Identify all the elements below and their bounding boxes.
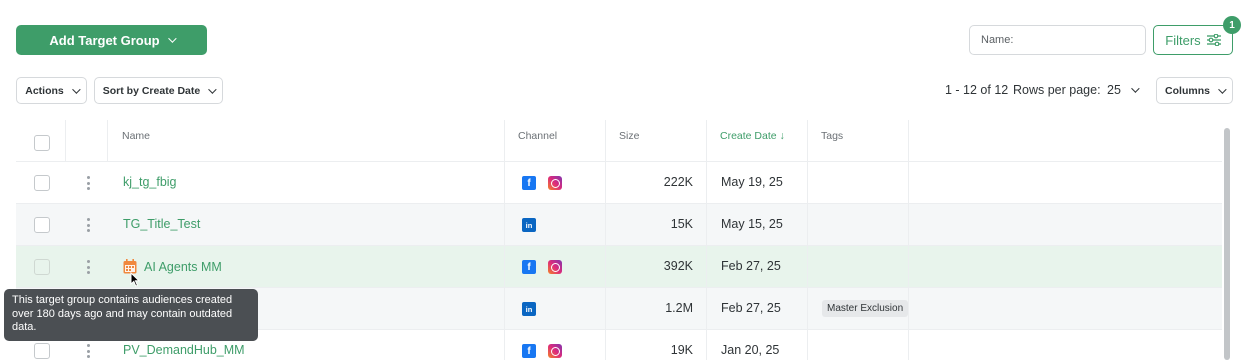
facebook-icon: f <box>522 344 536 358</box>
header-create-date[interactable]: Create Date ↓ <box>720 130 785 142</box>
actions-label: Actions <box>25 84 64 97</box>
target-group-name-link[interactable]: PV_DemandHub_MM <box>123 343 245 357</box>
more-options-icon[interactable] <box>87 344 90 358</box>
channel-icons: in <box>522 302 536 316</box>
rows-per-page-label: Rows per page: <box>1013 83 1101 97</box>
tag-badge: Master Exclusion <box>822 300 909 317</box>
create-date: May 19, 25 <box>721 175 783 189</box>
target-group-name: PV_DemandHub_MM <box>123 343 245 357</box>
channel-icons: in <box>522 218 536 232</box>
more-options-icon[interactable] <box>87 176 90 190</box>
rows-per-page-value: 25 <box>1107 83 1121 97</box>
table-header: Name Channel Size Create Date ↓ Tags <box>16 120 1222 162</box>
filters-label: Filters <box>1165 32 1201 48</box>
channel-icons: f <box>522 176 562 190</box>
header-name[interactable]: Name <box>122 130 150 142</box>
chevron-down-icon <box>1218 84 1227 94</box>
chevron-down-icon <box>167 34 177 43</box>
audience-size: 19K <box>670 343 693 357</box>
actions-dropdown[interactable]: Actions <box>16 77 87 104</box>
table-row[interactable]: TG_Title_Test in 15K May 15, 25 <box>16 204 1222 246</box>
create-date: Jan 20, 25 <box>721 343 780 357</box>
row-checkbox[interactable] <box>34 175 50 191</box>
create-date: Feb 27, 25 <box>721 301 781 315</box>
facebook-icon: f <box>522 260 536 274</box>
header-channel[interactable]: Channel <box>518 130 557 142</box>
row-checkbox[interactable] <box>34 217 50 233</box>
name-search-input[interactable] <box>969 25 1146 55</box>
linkedin-icon: in <box>522 302 536 316</box>
pagination-range: 1 - 12 of 12 <box>945 83 1009 97</box>
outdated-audience-tooltip: This target group contains audiences cre… <box>4 289 258 341</box>
add-target-group-label: Add Target Group <box>49 32 160 48</box>
create-date: May 15, 25 <box>721 217 783 231</box>
chevron-down-icon <box>1131 84 1140 93</box>
table-row[interactable]: kj_tg_fbig f 222K May 19, 25 <box>16 162 1222 204</box>
header-tags[interactable]: Tags <box>821 130 843 142</box>
target-group-name: AI Agents MM <box>144 259 222 274</box>
row-checkbox[interactable] <box>34 259 50 275</box>
columns-dropdown[interactable]: Columns <box>1156 77 1233 104</box>
sliders-icon <box>1206 34 1221 46</box>
sort-label: Sort by Create Date <box>102 84 201 97</box>
header-size[interactable]: Size <box>619 130 639 142</box>
linkedin-icon: in <box>522 218 536 232</box>
audience-size: 15K <box>670 217 693 231</box>
vertical-scrollbar[interactable] <box>1224 128 1230 360</box>
target-group-name-link[interactable]: kj_tg_fbig <box>123 175 177 189</box>
audience-size: 222K <box>663 175 693 189</box>
chevron-down-icon <box>71 84 81 94</box>
facebook-icon: f <box>522 176 536 190</box>
chevron-down-icon <box>208 84 217 94</box>
filters-button[interactable]: Filters <box>1153 25 1233 55</box>
create-date: Feb 27, 25 <box>721 259 781 273</box>
instagram-icon <box>548 260 562 274</box>
instagram-icon <box>548 344 562 358</box>
target-group-name: TG_Title_Test <box>123 217 201 231</box>
audience-size: 392K <box>663 259 693 273</box>
mouse-cursor-icon <box>130 272 140 287</box>
columns-label: Columns <box>1165 84 1210 97</box>
more-options-icon[interactable] <box>87 218 90 232</box>
row-checkbox[interactable] <box>34 343 50 359</box>
filters-count-badge: 1 <box>1223 16 1241 34</box>
target-group-name-link[interactable]: TG_Title_Test <box>123 217 200 231</box>
audience-size: 1.2M <box>665 301 693 315</box>
table-row[interactable]: AI Agents MM f 392K Feb 27, 25 <box>16 246 1222 288</box>
rows-per-page-select[interactable]: 25 <box>1107 83 1140 97</box>
channel-icons: f <box>522 260 562 274</box>
add-target-group-button[interactable]: Add Target Group <box>16 25 207 55</box>
more-options-icon[interactable] <box>87 260 90 274</box>
channel-icons: f <box>522 344 562 358</box>
sort-dropdown[interactable]: Sort by Create Date <box>94 77 223 104</box>
instagram-icon <box>548 176 562 190</box>
select-all-checkbox[interactable] <box>34 135 50 151</box>
target-group-name: kj_tg_fbig <box>123 175 177 189</box>
